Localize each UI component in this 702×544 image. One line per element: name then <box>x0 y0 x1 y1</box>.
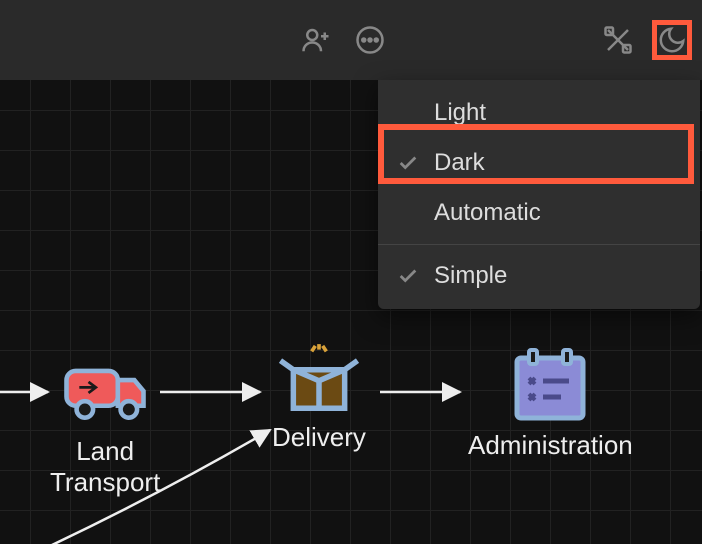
check-icon <box>396 264 420 288</box>
node-delivery[interactable]: Delivery <box>272 342 366 453</box>
more-options-button[interactable] <box>350 20 390 60</box>
theme-option-label: Light <box>434 99 486 127</box>
theme-toggle-button[interactable] <box>652 20 692 60</box>
node-label: Administration <box>468 430 633 461</box>
check-icon <box>396 151 420 175</box>
theme-option-label: Dark <box>434 149 485 177</box>
theme-option-automatic[interactable]: Automatic <box>378 188 700 238</box>
open-box-icon <box>275 342 363 414</box>
theme-option-dark[interactable]: Dark <box>378 138 700 188</box>
person-add-icon <box>301 25 331 55</box>
check-icon <box>396 201 420 225</box>
check-icon <box>396 101 420 125</box>
node-label: Land Transport <box>50 436 160 498</box>
moon-icon <box>657 25 687 55</box>
truck-icon <box>61 356 149 428</box>
design-tools-button[interactable] <box>598 20 638 60</box>
theme-option-light[interactable]: Light <box>378 88 700 138</box>
toolbar <box>0 0 702 80</box>
add-person-button[interactable] <box>296 20 336 60</box>
menu-separator <box>378 244 700 245</box>
theme-option-label: Automatic <box>434 199 541 227</box>
design-tools-icon <box>603 25 633 55</box>
clipboard-icon <box>506 350 594 422</box>
ellipsis-icon <box>355 25 385 55</box>
node-label: Delivery <box>272 422 366 453</box>
theme-option-label: Simple <box>434 262 507 290</box>
theme-option-simple[interactable]: Simple <box>378 251 700 301</box>
node-administration[interactable]: Administration <box>468 350 633 461</box>
node-land-transport[interactable]: Land Transport <box>50 356 160 498</box>
theme-dropdown: Light Dark Automatic Simple <box>378 80 700 309</box>
